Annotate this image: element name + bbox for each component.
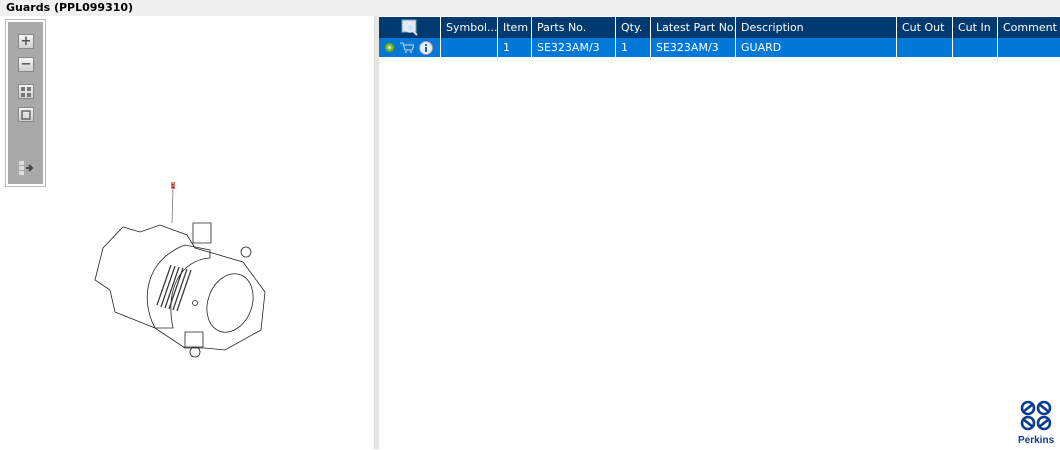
- window-title: Guards (PPL099310): [0, 0, 1060, 16]
- cell-description: GUARD: [736, 38, 897, 57]
- cell-qty: 1: [616, 38, 651, 57]
- cart-icon[interactable]: [400, 42, 414, 53]
- table-row[interactable]: 1 SE323AM/3 1 SE323AM/3 GUARD: [379, 38, 1060, 57]
- table-header: Symbol... Item Parts No. Qty. Latest Par…: [379, 17, 1060, 38]
- cell-latest-part-no: SE323AM/3: [651, 38, 736, 57]
- gear-icon[interactable]: [384, 42, 395, 53]
- column-header-cut-out[interactable]: Cut Out: [897, 17, 953, 38]
- svg-text:Perkins: Perkins: [1018, 435, 1055, 446]
- column-header-parts-no[interactable]: Parts No.: [532, 17, 616, 38]
- zoom-in-icon[interactable]: +: [18, 34, 34, 49]
- cell-item: 1: [498, 38, 532, 57]
- column-header-comment[interactable]: Comment: [998, 17, 1060, 38]
- info-icon[interactable]: [419, 40, 433, 55]
- cell-cut-in: [953, 38, 998, 57]
- panel-splitter[interactable]: [375, 16, 379, 449]
- column-header-item[interactable]: Item: [498, 17, 532, 38]
- viewer-toolbar: + −: [5, 19, 46, 187]
- search-parts-icon[interactable]: [401, 19, 419, 36]
- column-header-tools[interactable]: [379, 17, 441, 38]
- column-header-description[interactable]: Description: [736, 17, 897, 38]
- column-header-symbol[interactable]: Symbol...: [441, 17, 498, 38]
- cell-comment: [998, 38, 1060, 57]
- callout-label[interactable]: 1: [171, 184, 174, 190]
- fit-all-icon[interactable]: [18, 84, 34, 99]
- perkins-logo: Perkins: [1018, 400, 1056, 450]
- row-tools: [379, 38, 441, 57]
- cell-cut-out: [897, 38, 953, 57]
- export-icon[interactable]: [18, 160, 34, 175]
- column-header-qty[interactable]: Qty.: [616, 17, 651, 38]
- parts-table: Symbol... Item Parts No. Qty. Latest Par…: [379, 17, 1060, 57]
- cell-parts-no: SE323AM/3: [532, 38, 616, 57]
- column-header-latest-part-no[interactable]: Latest Part No.: [651, 17, 736, 38]
- column-header-cut-in[interactable]: Cut In: [953, 17, 998, 38]
- cell-symbol: [441, 38, 498, 57]
- actual-size-icon[interactable]: [18, 107, 34, 122]
- zoom-out-icon[interactable]: −: [18, 57, 34, 72]
- part-drawing: 1: [94, 182, 266, 358]
